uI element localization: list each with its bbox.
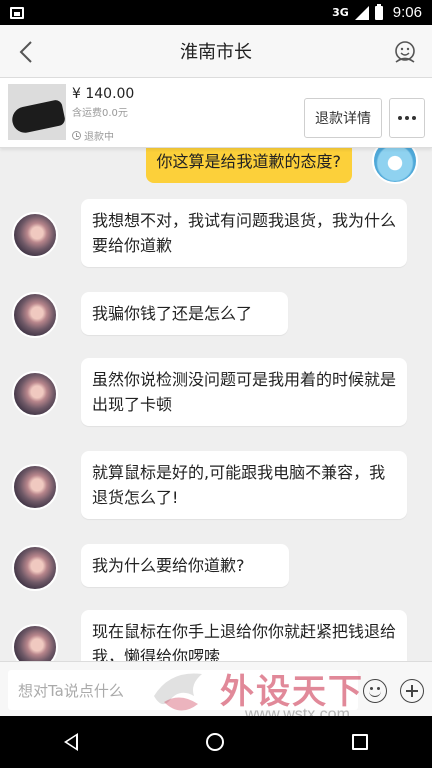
page-title: 淮南市长 [180,42,252,63]
message-input-bar: 想对Ta说点什么 [0,661,432,716]
product-price: ¥ 140.00 [72,86,135,102]
product-summary: ¥ 140.00 含运费0.0元 退款中 退款详情 [0,78,432,148]
more-dot-icon [398,116,402,120]
nav-home-icon[interactable] [206,733,224,751]
network-type: 3G [332,6,349,19]
seller-avatar[interactable] [12,464,58,510]
status-bar-right: 3G 9:06 [332,3,422,21]
title-bar: 淮南市长 [0,25,432,78]
refund-details-button[interactable]: 退款详情 [304,98,382,138]
more-dot-icon [412,116,416,120]
seller-avatar[interactable] [12,545,58,591]
user-profile-icon[interactable] [392,38,418,64]
system-nav-bar [0,716,432,768]
signal-icon [354,5,369,20]
message-bubble: 我想想不对，我试有问题我退货，我为什么要给你道歉 [81,199,407,267]
message-bubble: 现在鼠标在你手上退给你你就赶紧把钱退给我，懒得给你啰嗦 [81,610,407,661]
message-bubble: 就算鼠标是好的,可能跟我电脑不兼容，我退货怎么了! [81,451,407,519]
nav-recents-icon[interactable] [352,734,368,750]
back-arrow-icon[interactable] [16,39,38,65]
message-bubble: 我骗你钱了还是怎么了 [81,292,288,335]
message-bubble-self: 你这算是给我道歉的态度? [145,148,352,183]
clock-icon [72,131,81,140]
seller-avatar[interactable] [12,292,58,338]
shipping-fee: 含运费0.0元 [72,108,128,119]
mouse-image [9,98,66,136]
product-thumbnail[interactable] [8,84,66,140]
message-bubble: 虽然你说检测没问题可是我用着的时候就是出现了卡顿 [81,358,407,426]
photo-notification-icon [10,6,24,19]
self-avatar[interactable] [372,148,418,184]
chat-area[interactable]: 你这算是给我道歉的态度? 我想想不对，我试有问题我退货，我为什么要给你道歉 我骗… [0,148,432,661]
message-input[interactable]: 想对Ta说点什么 [8,670,358,710]
status-time: 9:06 [392,4,422,21]
emoji-icon[interactable] [363,679,387,703]
status-bar: 3G 9:06 [0,0,432,25]
more-options-button[interactable] [389,98,425,138]
refund-status-label: 退款中 [84,132,114,143]
more-dot-icon [405,116,409,120]
seller-avatar[interactable] [12,624,58,661]
plus-icon[interactable] [400,679,424,703]
seller-avatar[interactable] [12,212,58,258]
nav-back-icon[interactable] [64,733,78,751]
battery-icon [374,3,383,20]
seller-avatar[interactable] [12,371,58,417]
message-bubble: 我为什么要给你道歉? [81,544,289,587]
refund-status: 退款中 [72,128,114,143]
